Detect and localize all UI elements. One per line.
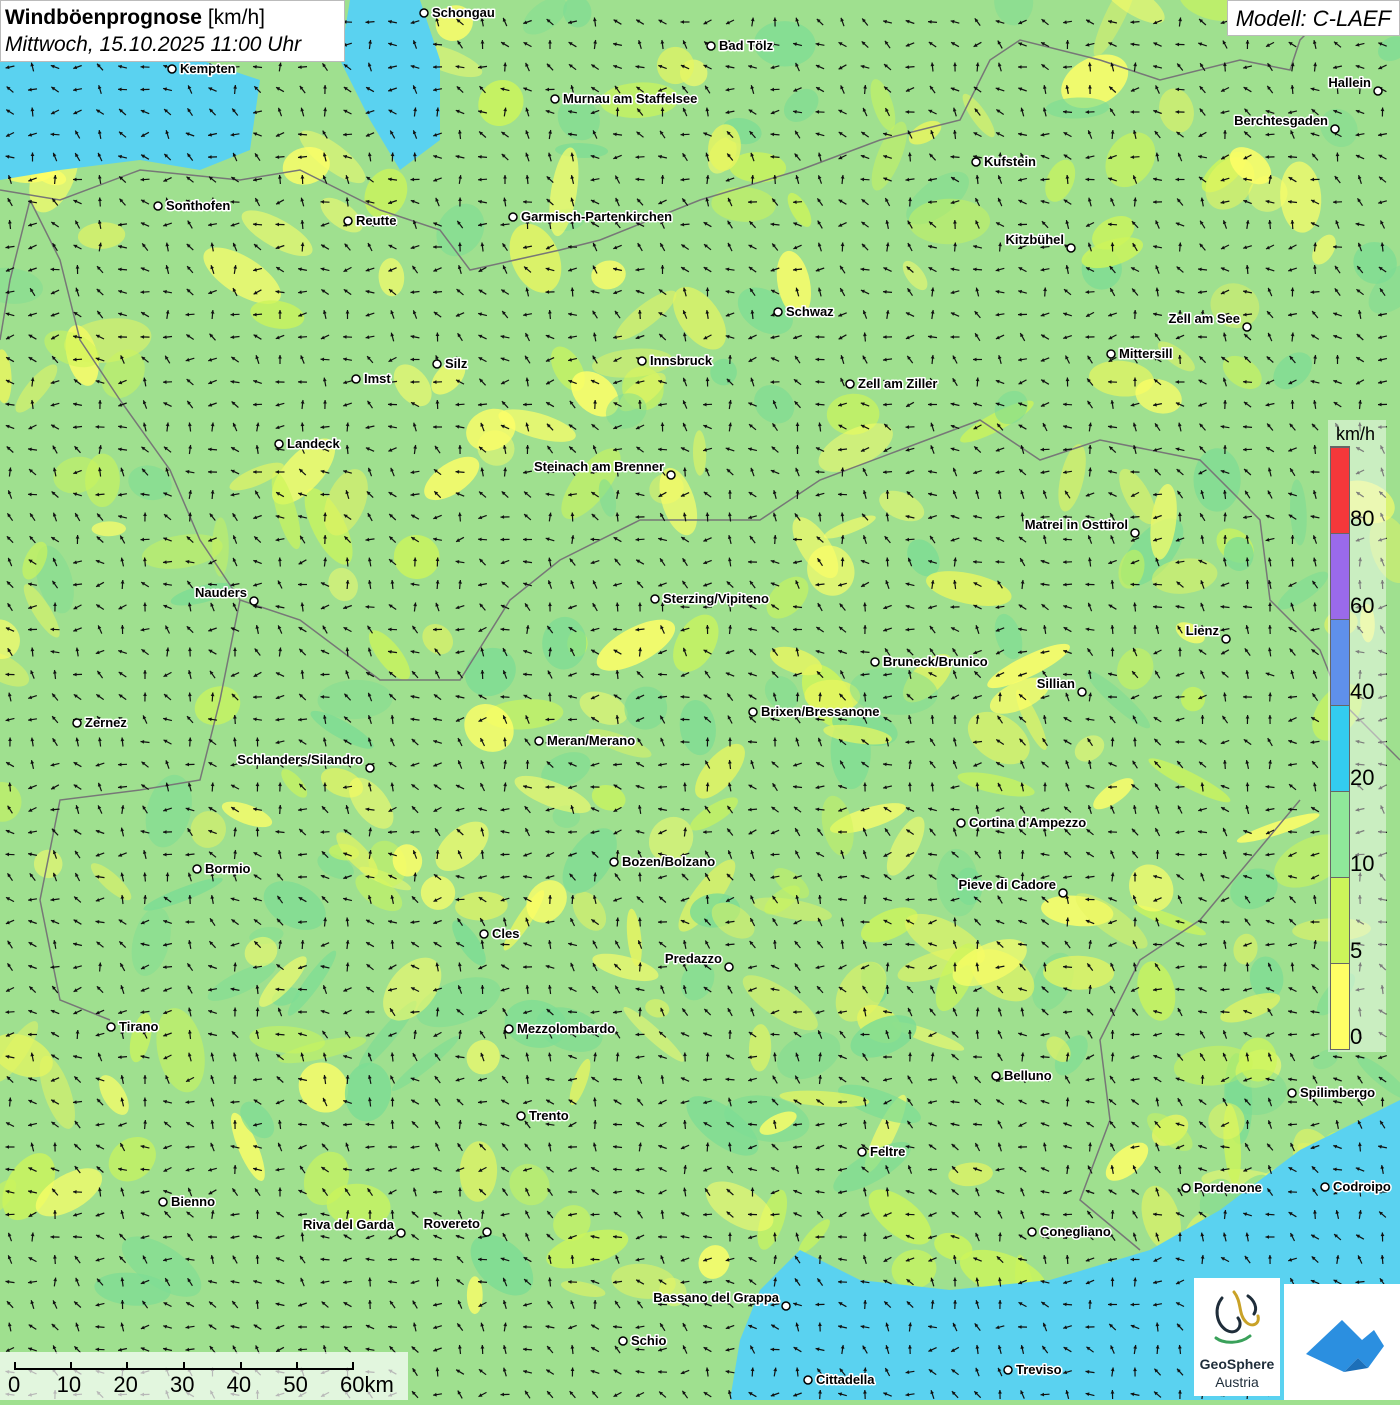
- wind-gust-map[interactable]: SchongauBad TölzKemptenMurnau am Staffel…: [0, 0, 1400, 1400]
